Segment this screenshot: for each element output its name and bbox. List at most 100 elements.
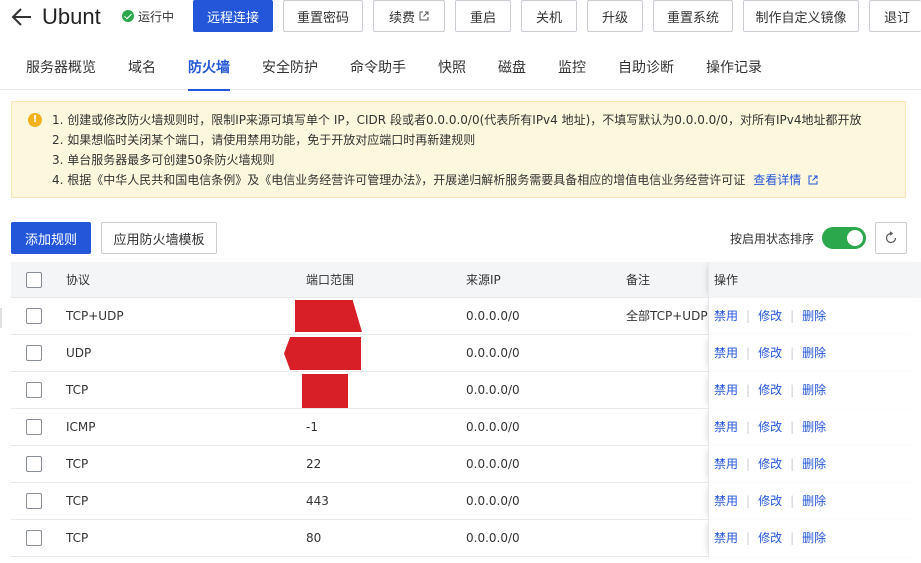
tab-firewall[interactable]: 防火墙 — [188, 48, 230, 91]
delete-link[interactable]: 删除 — [802, 494, 826, 508]
refresh-button[interactable] — [875, 222, 907, 254]
row-checkbox[interactable] — [26, 530, 42, 546]
table-row: TCP 22 0.0.0.0/0 禁用 | 修改 | 删除 — [11, 446, 921, 483]
separator: | — [746, 420, 751, 434]
upgrade-label: 升级 — [601, 10, 628, 26]
toggle-knob — [847, 230, 863, 246]
tab-domain[interactable]: 域名 — [128, 48, 156, 90]
cell-source: 0.0.0.0/0 — [466, 494, 520, 508]
delete-link[interactable]: 删除 — [802, 531, 826, 545]
cell-remark — [626, 409, 708, 446]
sort-by-status-toggle[interactable] — [822, 227, 866, 249]
cell-port: -1 — [306, 420, 318, 434]
cell-source: 0.0.0.0/0 — [466, 457, 520, 471]
disable-link[interactable]: 禁用 — [714, 420, 738, 434]
delete-link[interactable]: 删除 — [802, 420, 826, 434]
cell-port: 80 — [306, 531, 322, 545]
tab-security[interactable]: 安全防护 — [262, 48, 318, 90]
row-actions: 禁用 | 修改 | 删除 — [708, 409, 921, 446]
renew-button[interactable]: 续费 — [373, 0, 445, 32]
reset-password-button[interactable]: 重置密码 — [283, 0, 363, 32]
add-rule-button[interactable]: 添加规则 — [11, 222, 91, 254]
table-row: UDP 0.0.0.0/0 禁用 | 修改 | 删除 — [11, 335, 921, 372]
add-rule-label: 添加规则 — [24, 232, 77, 248]
reset-system-button[interactable]: 重置系统 — [653, 0, 733, 32]
row-checkbox[interactable] — [26, 493, 42, 509]
cell-source: 0.0.0.0/0 — [466, 531, 520, 545]
header-ops: 操作 — [708, 262, 921, 298]
tab-diagnosis[interactable]: 自助诊断 — [618, 48, 674, 90]
shutdown-button[interactable]: 关机 — [521, 0, 577, 32]
reset-system-label: 重置系统 — [666, 10, 719, 26]
restart-button[interactable]: 重启 — [455, 0, 511, 32]
table-header: 协议 端口范围 来源IP 备注 操作 — [11, 262, 921, 298]
row-checkbox[interactable] — [26, 308, 42, 324]
renew-label: 续费 — [388, 10, 415, 26]
warning-icon: ! — [28, 113, 42, 127]
cell-remark — [626, 483, 708, 520]
server-header: Ubunt 运行中 远程连接 重置密码 续费 重启 关机 升级 重置系统 制作自… — [0, 0, 921, 34]
delete-link[interactable]: 删除 — [802, 309, 826, 323]
row-checkbox[interactable] — [26, 382, 42, 398]
edit-link[interactable]: 修改 — [758, 383, 782, 397]
delete-link[interactable]: 删除 — [802, 346, 826, 360]
tab-command-helper[interactable]: 命令助手 — [350, 48, 406, 90]
refresh-icon — [885, 231, 897, 244]
disable-link[interactable]: 禁用 — [714, 383, 738, 397]
arrow-left-icon[interactable] — [11, 6, 33, 28]
restart-label: 重启 — [469, 10, 496, 26]
disable-link[interactable]: 禁用 — [714, 457, 738, 471]
apply-template-button[interactable]: 应用防火墙模板 — [101, 222, 217, 254]
separator: | — [746, 457, 751, 471]
row-checkbox[interactable] — [26, 345, 42, 361]
separator: | — [790, 346, 795, 360]
notice-lines: 1. 创建或修改防火墙规则时，限制IP来源可填写单个 IP，CIDR 段或者0.… — [52, 110, 897, 190]
tab-overview[interactable]: 服务器概览 — [26, 48, 96, 90]
cell-remark — [626, 446, 708, 483]
disable-link[interactable]: 禁用 — [714, 346, 738, 360]
delete-link[interactable]: 删除 — [802, 383, 826, 397]
tab-disk[interactable]: 磁盘 — [498, 48, 526, 90]
table-row: TCP 443 0.0.0.0/0 禁用 | 修改 | 删除 — [11, 483, 921, 520]
notice-line-with-link: 4. 根据《中华人民共和国电信条例》及《电信业务经营许可管理办法》，开展递归解析… — [52, 170, 897, 190]
edit-link[interactable]: 修改 — [758, 531, 782, 545]
separator: | — [790, 383, 795, 397]
tab-snapshot[interactable]: 快照 — [438, 48, 466, 90]
custom-image-button[interactable]: 制作自定义镜像 — [743, 0, 859, 32]
table-row: TCP+UDP 0.0.0.0/0 全部TCP+UDP 禁用 | 修改 | 删除 — [11, 298, 921, 335]
cell-protocol: TCP — [66, 494, 89, 508]
tab-operation-log[interactable]: 操作记录 — [706, 48, 762, 90]
edit-link[interactable]: 修改 — [758, 457, 782, 471]
table-row: ICMP -1 0.0.0.0/0 禁用 | 修改 | 删除 — [11, 409, 921, 446]
header-remark: 备注 — [626, 273, 651, 287]
cell-protocol: TCP — [66, 531, 89, 545]
disable-link[interactable]: 禁用 — [714, 494, 738, 508]
row-checkbox[interactable] — [26, 456, 42, 472]
tab-monitor[interactable]: 监控 — [558, 48, 586, 90]
cell-protocol: UDP — [66, 346, 92, 360]
edit-link[interactable]: 修改 — [758, 309, 782, 323]
edit-link[interactable]: 修改 — [758, 494, 782, 508]
scroll-edge — [0, 308, 2, 328]
view-details-label: 查看详情 — [753, 173, 802, 187]
remote-connect-button[interactable]: 远程连接 — [193, 0, 273, 32]
cell-remark — [626, 520, 708, 557]
select-all-checkbox[interactable] — [26, 272, 42, 288]
edit-link[interactable]: 修改 — [758, 420, 782, 434]
row-actions: 禁用 | 修改 | 删除 — [708, 298, 921, 335]
edit-link[interactable]: 修改 — [758, 346, 782, 360]
refund-button[interactable]: 退订 — [869, 0, 921, 32]
separator: | — [746, 309, 751, 323]
upgrade-button[interactable]: 升级 — [587, 0, 643, 32]
cell-remark: 全部TCP+UDP — [626, 309, 708, 323]
external-link-icon — [808, 175, 818, 185]
cell-protocol: ICMP — [66, 420, 96, 434]
cell-source: 0.0.0.0/0 — [466, 309, 520, 323]
firewall-notice: ! 1. 创建或修改防火墙规则时，限制IP来源可填写单个 IP，CIDR 段或者… — [11, 101, 906, 198]
disable-link[interactable]: 禁用 — [714, 531, 738, 545]
row-checkbox[interactable] — [26, 419, 42, 435]
view-details-link[interactable]: 查看详情 — [753, 173, 818, 187]
separator: | — [790, 457, 795, 471]
disable-link[interactable]: 禁用 — [714, 309, 738, 323]
delete-link[interactable]: 删除 — [802, 457, 826, 471]
